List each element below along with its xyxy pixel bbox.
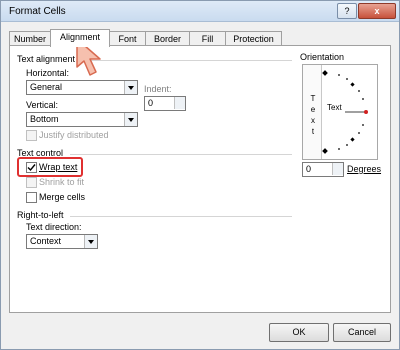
- text-alignment-header: Text alignment: [17, 54, 76, 64]
- justify-distributed-label: Justify distributed: [39, 130, 109, 140]
- indent-value: 0: [148, 98, 154, 108]
- vertical-select[interactable]: Bottom: [26, 112, 138, 127]
- rtl-header: Right-to-left: [17, 210, 64, 220]
- orientation-header: Orientation: [300, 52, 345, 62]
- spin-down-icon[interactable]: [332, 169, 343, 175]
- ok-button[interactable]: OK: [269, 323, 329, 342]
- horizontal-label: Horizontal:: [26, 68, 70, 78]
- degrees-label: Degrees: [347, 164, 382, 174]
- orientation-dot: [338, 148, 340, 150]
- orientation-dot: [346, 144, 348, 146]
- shrink-to-fit-label: Shrink to fit: [39, 177, 85, 187]
- text-direction-select[interactable]: Context: [26, 234, 98, 249]
- orientation-marker: [350, 137, 355, 142]
- indent-label: Indent:: [144, 84, 172, 94]
- vertical-text-letters: T e x t: [310, 94, 316, 136]
- orientation-box[interactable]: T e x t Text: [302, 64, 378, 160]
- degrees-stepper[interactable]: 0: [302, 162, 344, 177]
- chevron-down-icon[interactable]: [124, 81, 137, 94]
- tab-number[interactable]: Number: [9, 31, 51, 46]
- help-button[interactable]: ?: [337, 3, 357, 19]
- orientation-dot: [338, 74, 340, 76]
- tab-protection[interactable]: Protection: [225, 31, 282, 46]
- vertical-value: Bottom: [30, 114, 59, 124]
- orientation-dot: [362, 98, 364, 100]
- orientation-marker: [322, 70, 328, 76]
- orientation-text: Text: [327, 103, 342, 112]
- orientation-dot: [358, 90, 360, 92]
- title-bar: Format Cells ? x: [1, 1, 399, 22]
- tab-alignment[interactable]: Alignment: [50, 29, 110, 47]
- orientation-handle: [364, 110, 368, 114]
- cancel-button[interactable]: Cancel: [333, 323, 391, 342]
- text-direction-label: Text direction:: [26, 222, 82, 232]
- tab-fill[interactable]: Fill: [189, 31, 226, 46]
- merge-cells-checkbox[interactable]: [26, 192, 37, 203]
- orientation-dot: [362, 124, 364, 126]
- vertical-text-button[interactable]: T e x t: [303, 65, 322, 159]
- orientation-dot: [358, 132, 360, 134]
- justify-distributed-checkbox[interactable]: [26, 130, 37, 141]
- horizontal-value: General: [30, 82, 63, 92]
- alignment-panel: Text alignment Horizontal: General Inden…: [9, 45, 391, 313]
- chevron-down-icon[interactable]: [124, 113, 137, 126]
- format-cells-dialog: Format Cells ? x Number Alignment Font B…: [0, 0, 400, 350]
- vertical-label: Vertical:: [26, 100, 59, 110]
- close-button[interactable]: x: [358, 3, 396, 19]
- orientation-marker: [322, 148, 328, 154]
- orientation-dot: [346, 78, 348, 80]
- merge-cells-label: Merge cells: [39, 192, 86, 202]
- divider: [70, 216, 292, 217]
- spin-down-icon[interactable]: [174, 103, 185, 109]
- degrees-value: 0: [306, 164, 312, 174]
- divider: [70, 154, 292, 155]
- text-direction-value: Context: [30, 236, 62, 246]
- orientation-dial[interactable]: [321, 65, 377, 159]
- orientation-marker: [350, 82, 355, 87]
- divider: [78, 60, 292, 61]
- tab-border[interactable]: Border: [145, 31, 190, 46]
- horizontal-select[interactable]: General: [26, 80, 138, 95]
- indent-stepper[interactable]: 0: [144, 96, 186, 111]
- chevron-down-icon[interactable]: [84, 235, 97, 248]
- tab-font[interactable]: Font: [109, 31, 146, 46]
- wrap-text-highlight: [17, 157, 83, 177]
- shrink-to-fit-checkbox[interactable]: [26, 177, 37, 188]
- window-title: Format Cells: [9, 6, 66, 17]
